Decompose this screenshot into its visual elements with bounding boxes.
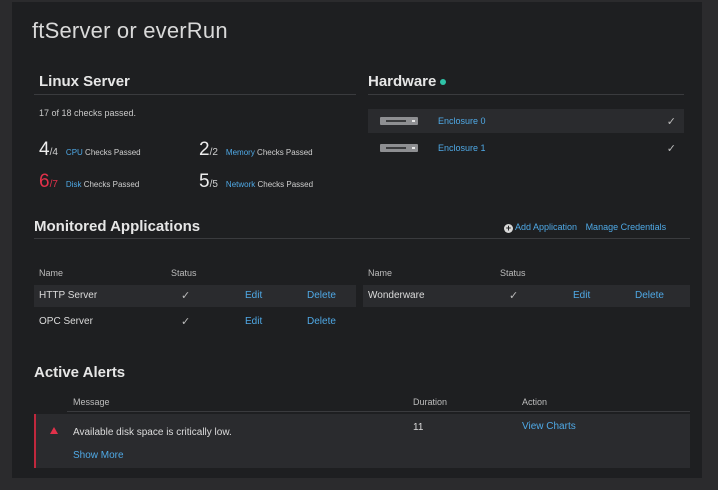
memory-stat: 2 /2 Memory Checks Passed [199,139,313,160]
enclosure-row[interactable]: Enclosure 0 ✓ [368,109,684,133]
checks-summary: 17 of 18 checks passed. [39,108,137,118]
page-title: ftServer or everRun [32,18,228,43]
edit-link[interactable]: Edit [245,316,262,327]
view-charts-link[interactable]: View Charts [522,421,576,432]
alert-severity-bar [34,414,36,468]
show-more-link[interactable]: Show More [73,450,124,461]
status-ok-icon [440,79,447,86]
delete-link[interactable]: Delete [307,316,336,327]
divider [368,94,684,95]
check-icon: ✓ [509,290,519,302]
check-icon: ✓ [181,290,191,302]
cpu-stat: 4 /4 CPU Checks Passed [39,139,141,160]
active-alerts-heading: Active Alerts [34,364,126,381]
check-icon: ✓ [181,316,191,328]
column-header-duration[interactable]: Duration [413,397,447,407]
edit-link[interactable]: Edit [245,290,262,301]
plus-circle-icon[interactable]: + [504,224,513,233]
linux-server-heading: Linux Server [39,73,130,90]
edit-link[interactable]: Edit [573,290,590,301]
warning-triangle-icon [50,427,58,434]
hardware-heading: Hardware [368,73,447,90]
table-row: Wonderware ✓ Edit Delete [363,285,690,307]
monitored-apps-heading: Monitored Applications [34,218,201,235]
divider [34,238,690,239]
memory-link[interactable]: Memory [226,148,255,157]
cpu-link[interactable]: CPU [66,148,83,157]
divider [67,411,690,412]
add-application-link[interactable]: Add Application [515,222,577,232]
disk-stat: 6 /7 Disk Checks Passed [39,171,140,192]
network-stat: 5 /5 Network Checks Passed [199,171,314,192]
manage-credentials-link[interactable]: Manage Credentials [586,222,667,232]
enclosure-link[interactable]: Enclosure 1 [438,143,667,153]
apps-actions: + Add Application Manage Credentials [504,222,666,233]
check-icon: ✓ [666,142,676,155]
enclosure-row[interactable]: Enclosure 1 ✓ [368,136,684,160]
table-row: HTTP Server ✓ Edit Delete [34,285,356,307]
column-header-message[interactable]: Message [73,397,110,407]
drive-icon [380,117,418,125]
disk-link[interactable]: Disk [66,180,82,189]
column-header-status[interactable]: Status [171,268,197,278]
alert-duration: 11 [413,422,424,433]
divider [34,94,356,95]
check-icon: ✓ [666,115,676,128]
network-link[interactable]: Network [226,180,255,189]
column-header-name[interactable]: Name [368,268,392,278]
column-header-status[interactable]: Status [500,268,526,278]
drive-icon [380,144,418,152]
delete-link[interactable]: Delete [635,290,664,301]
enclosure-link[interactable]: Enclosure 0 [438,116,667,126]
table-row: OPC Server ✓ Edit Delete [39,316,336,328]
alert-message: Available disk space is critically low. [73,427,232,438]
column-header-name[interactable]: Name [39,268,63,278]
column-header-action[interactable]: Action [522,397,547,407]
delete-link[interactable]: Delete [307,290,336,301]
dashboard-panel: ftServer or everRun Linux Server 17 of 1… [12,2,702,478]
alert-row [34,414,690,468]
